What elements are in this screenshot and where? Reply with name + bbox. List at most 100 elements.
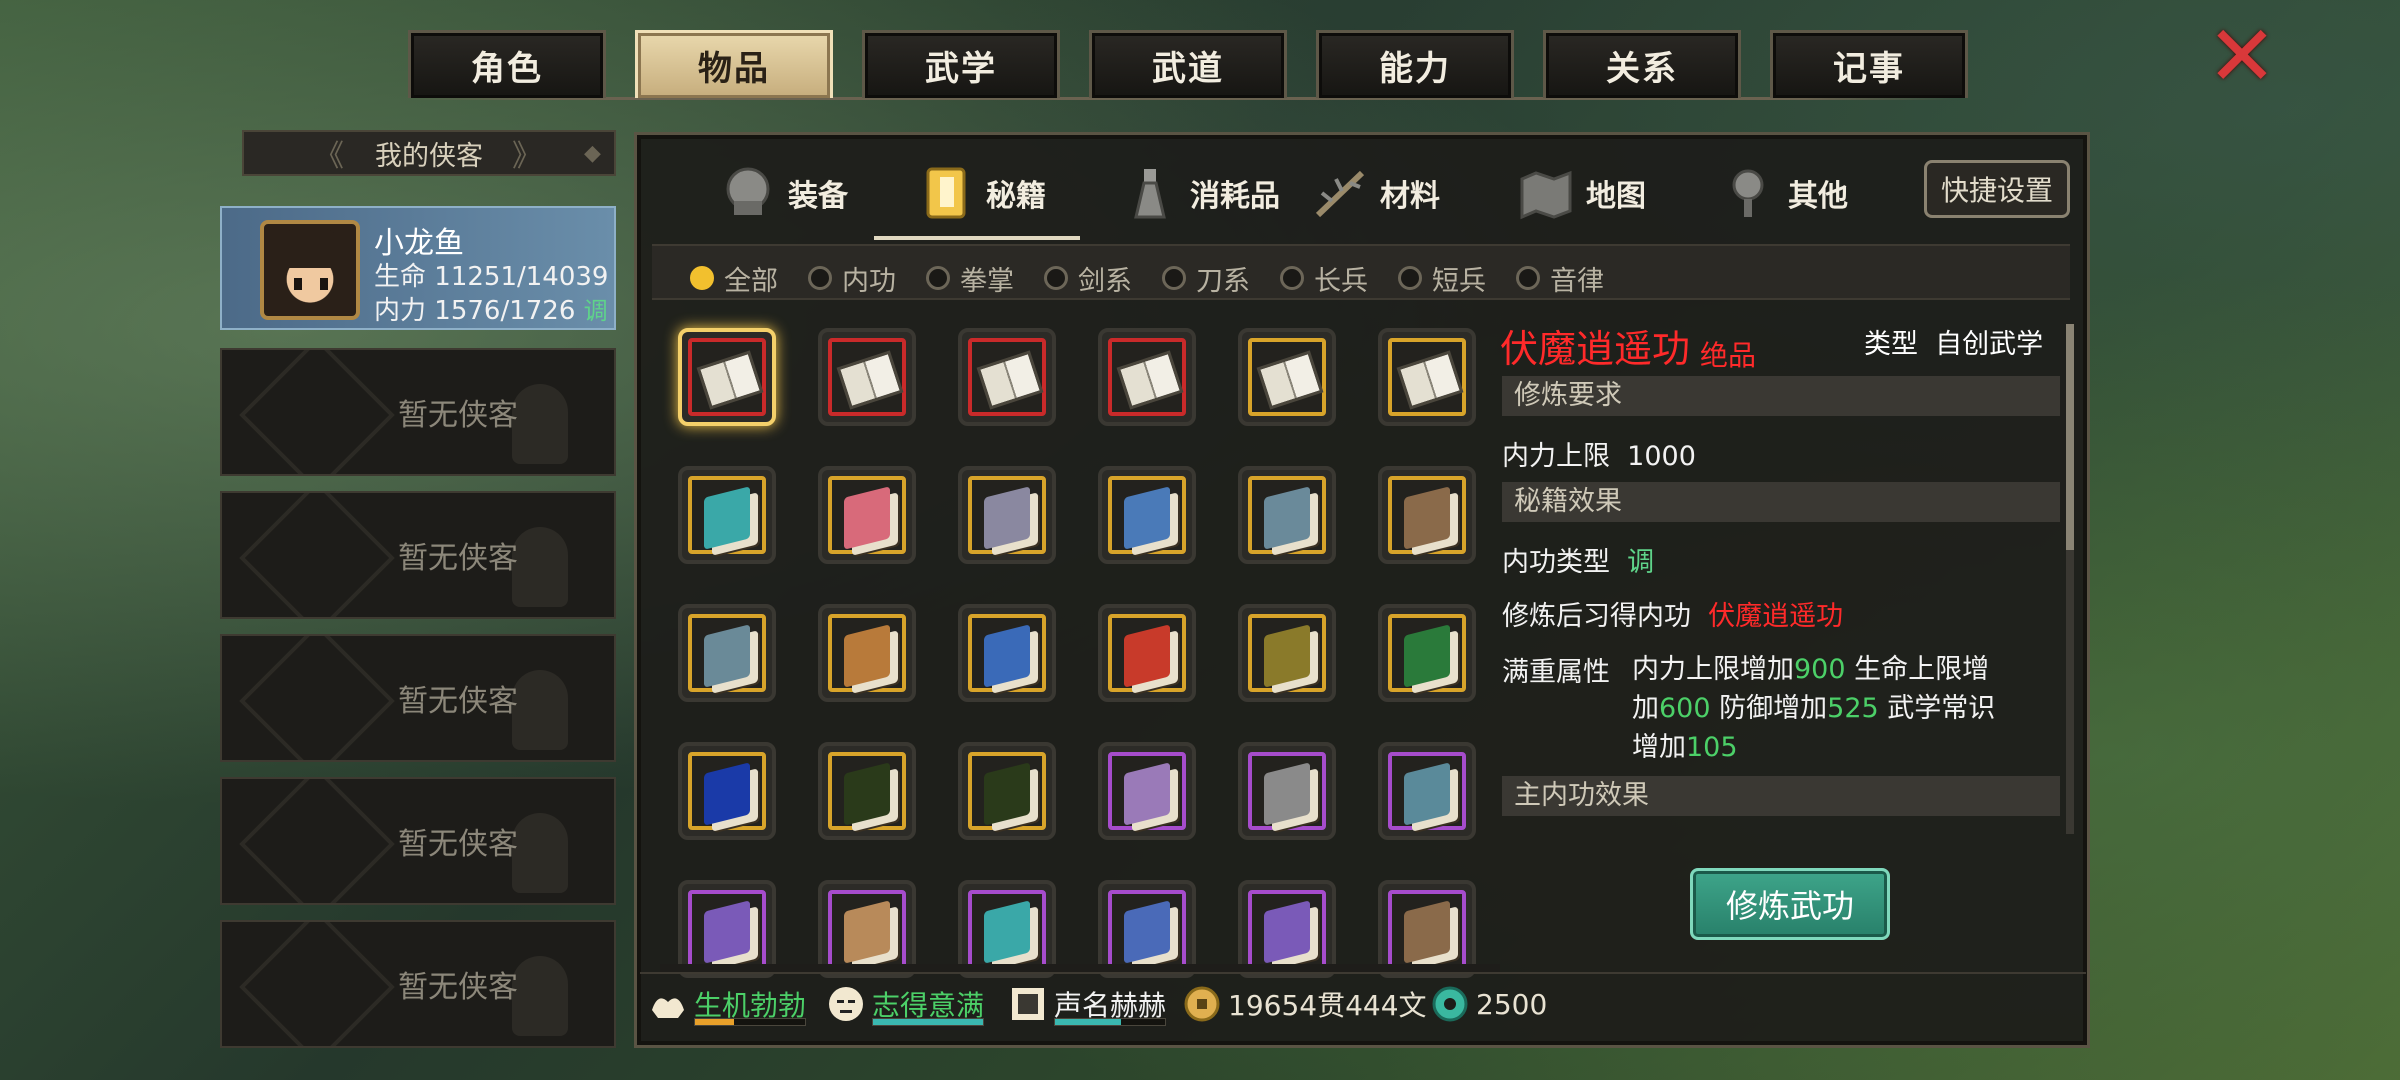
item-slot[interactable] xyxy=(1238,466,1336,564)
book-icon xyxy=(704,900,750,964)
book-icon xyxy=(1264,762,1310,826)
train-skill-button[interactable]: 修炼武功 xyxy=(1690,868,1890,940)
item-slot[interactable] xyxy=(1378,328,1476,426)
item-slot[interactable] xyxy=(678,604,776,702)
item-frame xyxy=(828,614,906,692)
item-slot[interactable] xyxy=(1238,604,1336,702)
hero-slot-empty[interactable]: 暂无侠客 xyxy=(220,491,616,619)
tab-label: 物品 xyxy=(698,49,770,89)
item-slot[interactable] xyxy=(958,466,1056,564)
category-tab-materials[interactable]: 材料 xyxy=(1312,148,1440,238)
item-slot[interactable] xyxy=(1098,466,1196,564)
item-frame xyxy=(688,338,766,416)
book-icon xyxy=(1264,624,1310,688)
category-tab-consumables[interactable]: 消耗品 xyxy=(1122,148,1280,238)
close-icon[interactable]: ✕ xyxy=(2204,14,2280,98)
filter-fist[interactable]: 拳掌 xyxy=(926,262,1014,297)
hero-slot-empty[interactable]: 暂无侠客 xyxy=(220,634,616,762)
category-label: 其他 xyxy=(1788,179,1848,214)
item-frame xyxy=(1248,890,1326,968)
book-icon xyxy=(704,762,750,826)
tab-wudao[interactable]: 武道 xyxy=(1089,30,1287,98)
requirement-row: 内力上限 1000 xyxy=(1502,434,1696,473)
item-slot[interactable] xyxy=(1098,742,1196,840)
filter-all[interactable]: 全部 xyxy=(690,262,778,297)
book-icon xyxy=(1404,762,1450,826)
category-tab-equipment[interactable]: 装备 xyxy=(720,148,848,238)
tab-label: 记事 xyxy=(1833,49,1905,89)
item-slot[interactable] xyxy=(1378,466,1476,564)
book-icon xyxy=(844,762,890,826)
filter-polearm[interactable]: 长兵 xyxy=(1280,262,1368,297)
item-slot[interactable] xyxy=(678,328,776,426)
hero-slot-empty[interactable]: 暂无侠客 xyxy=(220,348,616,476)
item-frame xyxy=(688,476,766,554)
tab-items[interactable]: 物品 xyxy=(635,30,833,98)
attr-value: 900 xyxy=(1794,654,1846,685)
hero-slot-empty[interactable]: 暂无侠客 xyxy=(220,777,616,905)
item-slot[interactable] xyxy=(818,328,916,426)
tab-martial-arts[interactable]: 武学 xyxy=(862,30,1060,98)
filter-short-weapon[interactable]: 短兵 xyxy=(1398,262,1486,297)
tab-character[interactable]: 角色 xyxy=(408,30,606,98)
item-frame xyxy=(1388,338,1466,416)
quick-settings-button[interactable]: 快捷设置 xyxy=(1924,160,2070,218)
tab-relations[interactable]: 关系 xyxy=(1543,30,1741,98)
diamond-icon: ◆ xyxy=(584,140,601,166)
tab-journal[interactable]: 记事 xyxy=(1770,30,1968,98)
mood-bar xyxy=(872,1018,984,1026)
neigong-type-value: 调 xyxy=(1627,547,1655,578)
coin-icon xyxy=(1182,984,1222,1024)
item-slot[interactable] xyxy=(818,742,916,840)
item-slot[interactable] xyxy=(1098,604,1196,702)
category-tab-others[interactable]: 其他 xyxy=(1720,148,1848,238)
hero-slot-empty[interactable]: 暂无侠客 xyxy=(220,920,616,1048)
category-tab-maps[interactable]: 地图 xyxy=(1518,148,1646,238)
potion-icon xyxy=(1122,165,1178,221)
category-tab-manuals[interactable]: 秘籍 xyxy=(918,148,1046,238)
item-slot[interactable] xyxy=(958,604,1056,702)
empty-slot-label: 暂无侠客 xyxy=(398,398,518,433)
empty-slot-label: 暂无侠客 xyxy=(398,684,518,719)
mp-label: 内力 xyxy=(374,296,427,326)
attr-value: 600 xyxy=(1659,693,1711,724)
item-frame xyxy=(828,476,906,554)
hero-portrait-avatar xyxy=(260,220,360,320)
hero-card-active[interactable]: 小龙鱼 生命 11251/14039 内力 1576/1726 调 xyxy=(220,206,616,330)
jade-icon xyxy=(1430,984,1470,1024)
filter-sword[interactable]: 剑系 xyxy=(1044,262,1132,297)
hero-mp: 内力 1576/1726 调 xyxy=(374,290,608,327)
empty-slot-label: 暂无侠客 xyxy=(398,541,518,576)
item-slot[interactable] xyxy=(678,466,776,564)
tab-label: 角色 xyxy=(471,49,543,89)
item-slot[interactable] xyxy=(1098,328,1196,426)
req-label: 内力上限 xyxy=(1502,441,1610,472)
item-slot[interactable] xyxy=(1238,742,1336,840)
item-slot[interactable] xyxy=(958,742,1056,840)
attr-text: 内力上限增加 xyxy=(1632,654,1794,685)
open-book-icon xyxy=(836,350,904,410)
filter-label: 短兵 xyxy=(1432,265,1486,297)
filter-blade[interactable]: 刀系 xyxy=(1162,262,1250,297)
item-slot[interactable] xyxy=(1378,604,1476,702)
category-label: 地图 xyxy=(1586,179,1646,214)
item-slot[interactable] xyxy=(678,742,776,840)
filter-music[interactable]: 音律 xyxy=(1516,262,1604,297)
filter-neigong[interactable]: 内功 xyxy=(808,262,896,297)
item-frame xyxy=(688,752,766,830)
item-slot[interactable] xyxy=(818,466,916,564)
item-slot[interactable] xyxy=(818,604,916,702)
hp-value: 11251/14039 xyxy=(434,262,609,292)
fame-bar xyxy=(1054,1018,1166,1026)
item-slot[interactable] xyxy=(1378,742,1476,840)
item-frame xyxy=(1388,752,1466,830)
tab-ability[interactable]: 能力 xyxy=(1316,30,1514,98)
item-slot[interactable] xyxy=(958,328,1056,426)
item-frame xyxy=(1388,890,1466,968)
detail-scroll-thumb[interactable] xyxy=(2066,324,2074,550)
item-frame xyxy=(1248,338,1326,416)
learn-label: 修炼后习得内功 xyxy=(1502,601,1691,632)
item-slot[interactable] xyxy=(1238,328,1336,426)
book-icon xyxy=(1404,624,1450,688)
hero-hp: 生命 11251/14039 xyxy=(374,256,608,293)
